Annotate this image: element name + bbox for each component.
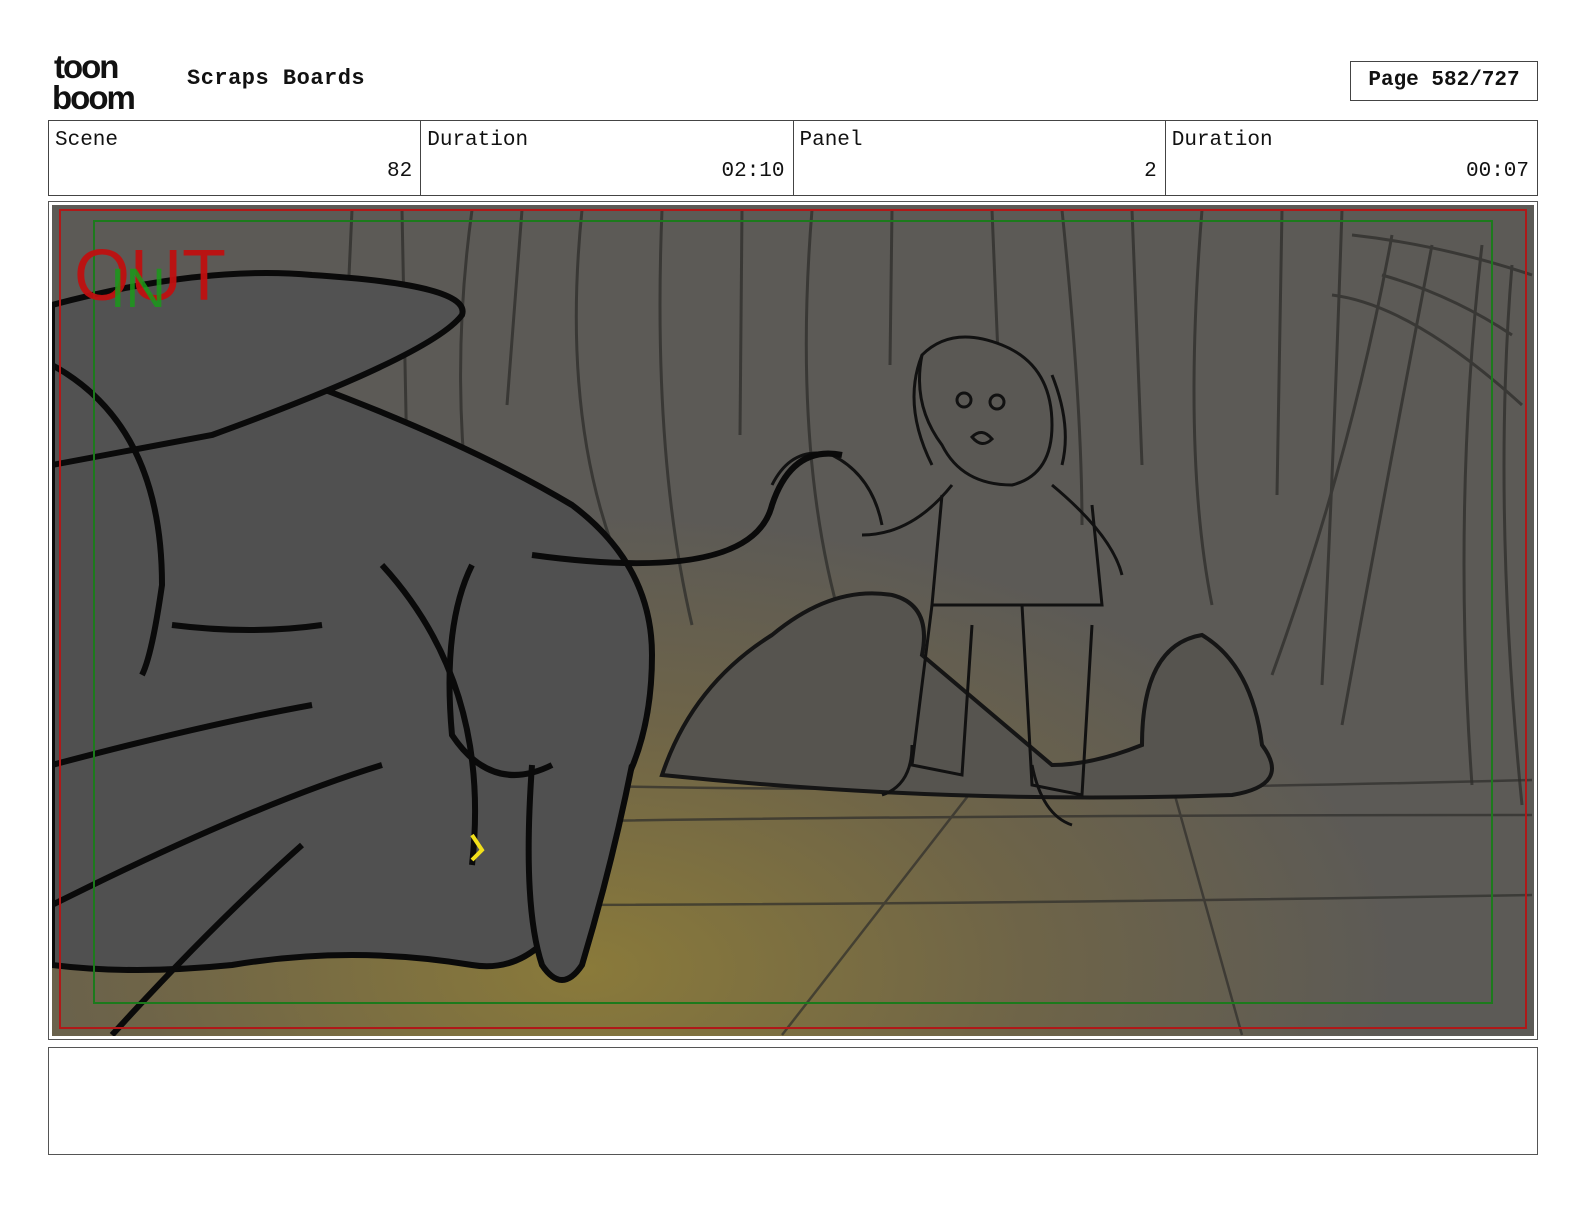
storyboard-panel-frame: OUT IN [48,201,1538,1040]
scene-duration-label: Duration [427,129,529,152]
logo-text-bottom: boom [52,79,134,112]
panel-cell: Panel 2 [794,121,1166,195]
app-title: Scraps Boards [187,66,366,91]
panel-notes-box [48,1047,1538,1155]
in-marker: IN [110,256,166,319]
panel-duration-value: 00:07 [1465,160,1529,183]
panel-duration-cell: Duration 00:07 [1166,121,1537,195]
panel-label: Panel [799,129,863,152]
panel-info-table: Scene 82 Duration 02:10 Panel 2 Duration… [48,120,1538,196]
scene-duration-cell: Duration 02:10 [421,121,794,195]
scene-cell: Scene 82 [49,121,422,195]
storyboard-drawing: OUT IN [52,205,1534,1036]
scene-duration-value: 02:10 [721,160,785,183]
scene-label: Scene [55,129,119,152]
panel-value: 2 [1144,160,1157,183]
page-number: Page 582/727 [1350,61,1538,101]
panel-duration-label: Duration [1171,129,1273,152]
scene-value: 82 [387,160,413,183]
toonboom-logo: toon boom [52,52,136,112]
